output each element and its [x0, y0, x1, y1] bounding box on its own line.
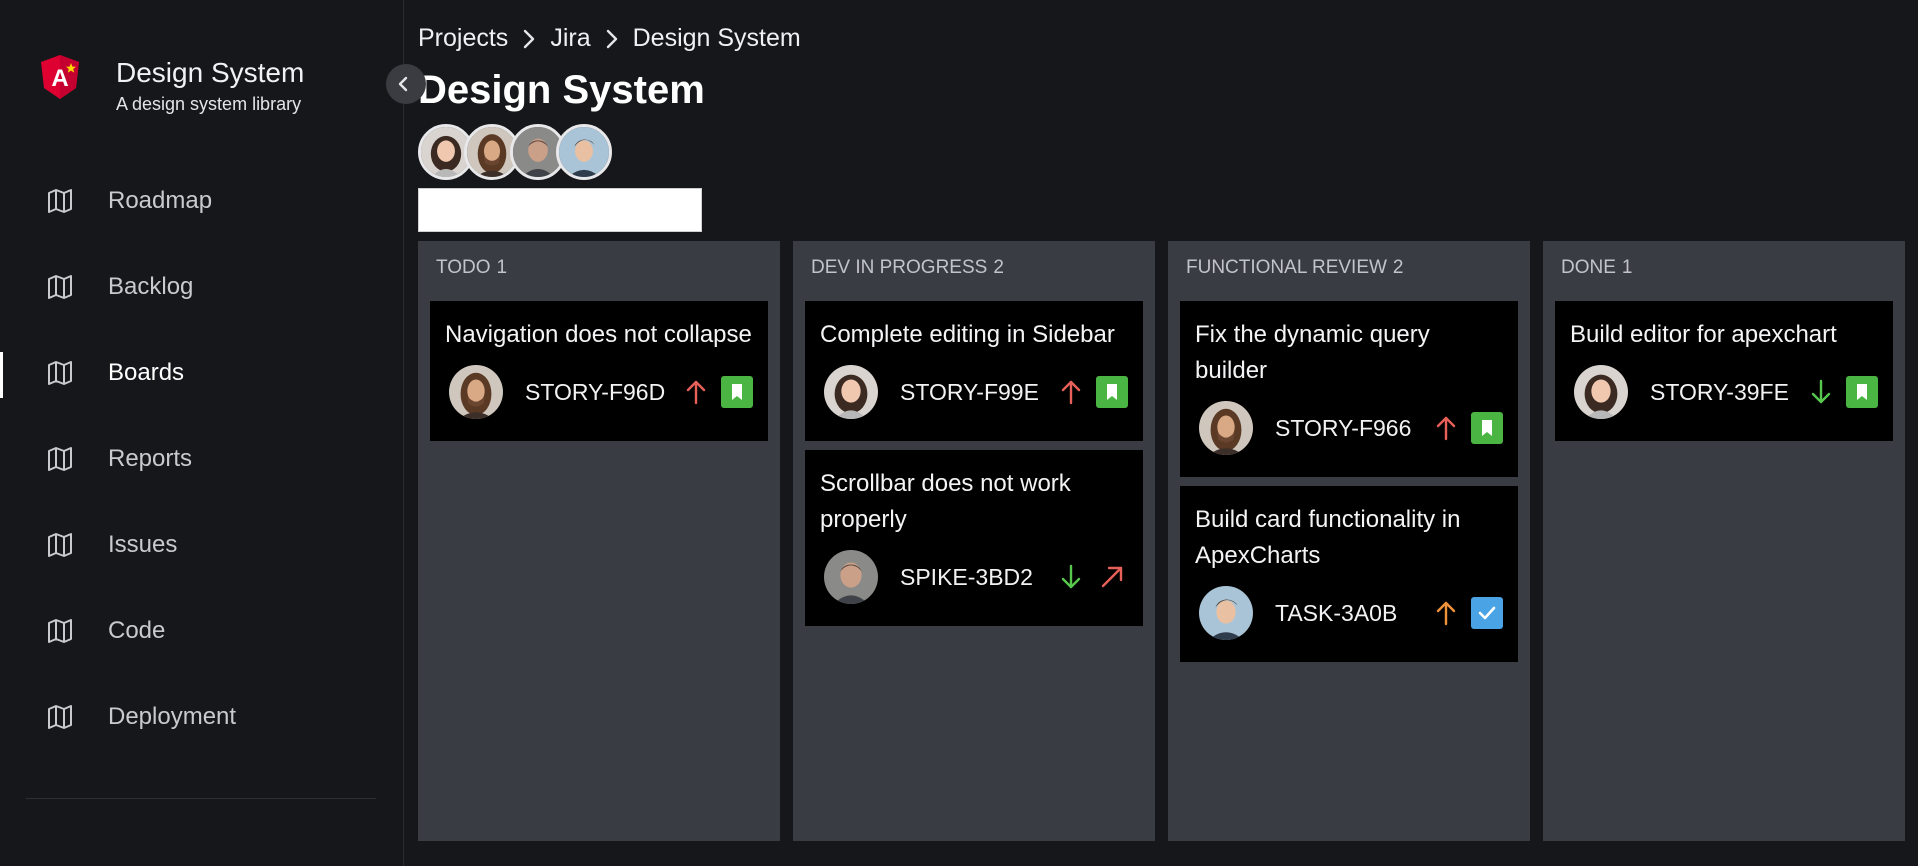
bookmark-icon [721, 376, 753, 408]
issue-title: Fix the dynamic query builder [1195, 321, 1430, 384]
column-header: FUNCTIONAL REVIEW 2 [1180, 253, 1518, 291]
chevron-right-icon [522, 28, 536, 50]
assignee-avatar[interactable] [1199, 401, 1253, 455]
priority-high-arrow-icon [1056, 377, 1086, 407]
map-icon [46, 531, 74, 559]
svg-text:A: A [51, 65, 68, 92]
assignee-avatar[interactable] [1199, 586, 1253, 640]
column-name: DONE [1561, 257, 1616, 278]
sidebar-item-label: Issues [108, 531, 178, 558]
sidebar: A Design System A design system library … [0, 0, 404, 866]
chevron-right-icon [605, 28, 619, 50]
issue-card[interactable]: Navigation does not collapse STORY-F96D [430, 301, 768, 441]
assignee-avatar[interactable] [449, 365, 503, 419]
sidebar-divider [26, 798, 376, 799]
brand[interactable]: A Design System A design system library [40, 54, 304, 114]
assignee-avatar[interactable] [824, 550, 878, 604]
issue-id: STORY-F966 [1275, 414, 1412, 441]
map-icon [46, 445, 74, 473]
bookmark-icon [1096, 376, 1128, 408]
map-icon [46, 273, 74, 301]
sidebar-item-label: Boards [108, 359, 185, 386]
issue-title: Scrollbar does not work properly [820, 470, 1071, 533]
issue-title: Build editor for apexchart [1570, 321, 1837, 348]
map-icon [46, 617, 74, 645]
page-title: Design System [418, 68, 705, 112]
angular-shield-icon: A [40, 54, 80, 100]
bookmark-icon [1471, 412, 1503, 444]
issue-card[interactable]: Build card functionality in ApexCharts T… [1180, 486, 1518, 662]
board-column-functional-review: FUNCTIONAL REVIEW 2 Fix the dynamic query… [1168, 241, 1530, 841]
issue-title: Navigation does not collapse [445, 321, 752, 348]
priority-high-arrow-icon [681, 377, 711, 407]
column-name: DEV IN PROGRESS [811, 257, 988, 278]
column-header: DONE 1 [1555, 253, 1893, 291]
breadcrumb-design-system[interactable]: Design System [633, 24, 801, 53]
sidebar-nav: Roadmap Backlog Boards Reports Issues Co… [0, 158, 404, 760]
assignee-avatar[interactable] [1574, 365, 1628, 419]
priority-low-arrow-icon [1056, 562, 1086, 592]
brand-subtitle: A design system library [116, 94, 302, 114]
column-count: 2 [1392, 257, 1404, 278]
sidebar-item-label: Code [108, 617, 166, 644]
sidebar-item-issues[interactable]: Issues [0, 502, 404, 588]
sidebar-item-boards[interactable]: Boards [0, 330, 404, 416]
board-column-todo: TODO 1 Navigation does not collapse STORY… [418, 241, 780, 841]
assignee-avatars [418, 124, 612, 180]
priority-low-arrow-icon [1806, 377, 1836, 407]
sidebar-item-label: Reports [108, 445, 193, 472]
issue-card[interactable]: Scrollbar does not work properly SPIKE-3… [805, 450, 1143, 626]
board-column-done: DONE 1 Build editor for apexchart STORY-3… [1543, 241, 1905, 841]
issue-title: Build card functionality in ApexCharts [1195, 506, 1461, 569]
breadcrumb-projects[interactable]: Projects [418, 24, 508, 53]
sidebar-item-code[interactable]: Code [0, 588, 404, 674]
column-name: TODO [436, 257, 491, 278]
kanban-board: TODO 1 Navigation does not collapse STORY… [418, 241, 1905, 841]
bookmark-icon [1846, 376, 1878, 408]
issue-card[interactable]: Fix the dynamic query builder STORY-F966 [1180, 301, 1518, 477]
sidebar-item-reports[interactable]: Reports [0, 416, 404, 502]
brand-title: Design System [116, 57, 305, 88]
issue-card[interactable]: Complete editing in Sidebar STORY-F99E [805, 301, 1143, 441]
sidebar-item-backlog[interactable]: Backlog [0, 244, 404, 330]
issue-id: STORY-39FE [1650, 378, 1789, 405]
issue-id: STORY-F96D [525, 378, 666, 405]
sidebar-item-deployment[interactable]: Deployment [0, 674, 404, 760]
column-header: TODO 1 [430, 253, 768, 291]
map-icon [46, 703, 74, 731]
issue-card[interactable]: Build editor for apexchart STORY-39FE [1555, 301, 1893, 441]
column-count: 1 [496, 257, 508, 278]
sidebar-item-roadmap[interactable]: Roadmap [0, 158, 404, 244]
chevron-left-icon [396, 76, 416, 92]
issue-title: Complete editing in Sidebar [820, 321, 1115, 348]
search-input[interactable] [418, 188, 702, 232]
breadcrumb-jira[interactable]: Jira [550, 24, 590, 53]
issue-id: STORY-F99E [900, 378, 1039, 405]
sidebar-item-label: Roadmap [108, 187, 213, 214]
trend-arrow-icon [1096, 561, 1128, 593]
map-icon [46, 187, 74, 215]
avatar-young-man[interactable] [556, 124, 612, 180]
assignee-avatar[interactable] [824, 365, 878, 419]
collapse-sidebar-button[interactable] [386, 64, 426, 104]
column-count: 1 [1621, 257, 1633, 278]
board-column-dev-in-progress: DEV IN PROGRESS 2 Complete editing in Sid… [793, 241, 1155, 841]
priority-high-arrow-icon [1431, 413, 1461, 443]
sidebar-item-label: Deployment [108, 703, 237, 730]
column-name: FUNCTIONAL REVIEW [1186, 257, 1387, 278]
column-count: 2 [993, 257, 1004, 278]
column-header: DEV IN PROGRESS 2 [805, 253, 1143, 291]
issue-id: TASK-3A0B [1275, 599, 1398, 626]
issue-id: SPIKE-3BD2 [900, 563, 1033, 590]
breadcrumb: Projects Jira Design System [418, 24, 801, 53]
sidebar-item-label: Backlog [108, 273, 194, 300]
priority-medium-arrow-icon [1431, 598, 1461, 628]
check-icon [1471, 597, 1503, 629]
map-icon [46, 359, 74, 387]
